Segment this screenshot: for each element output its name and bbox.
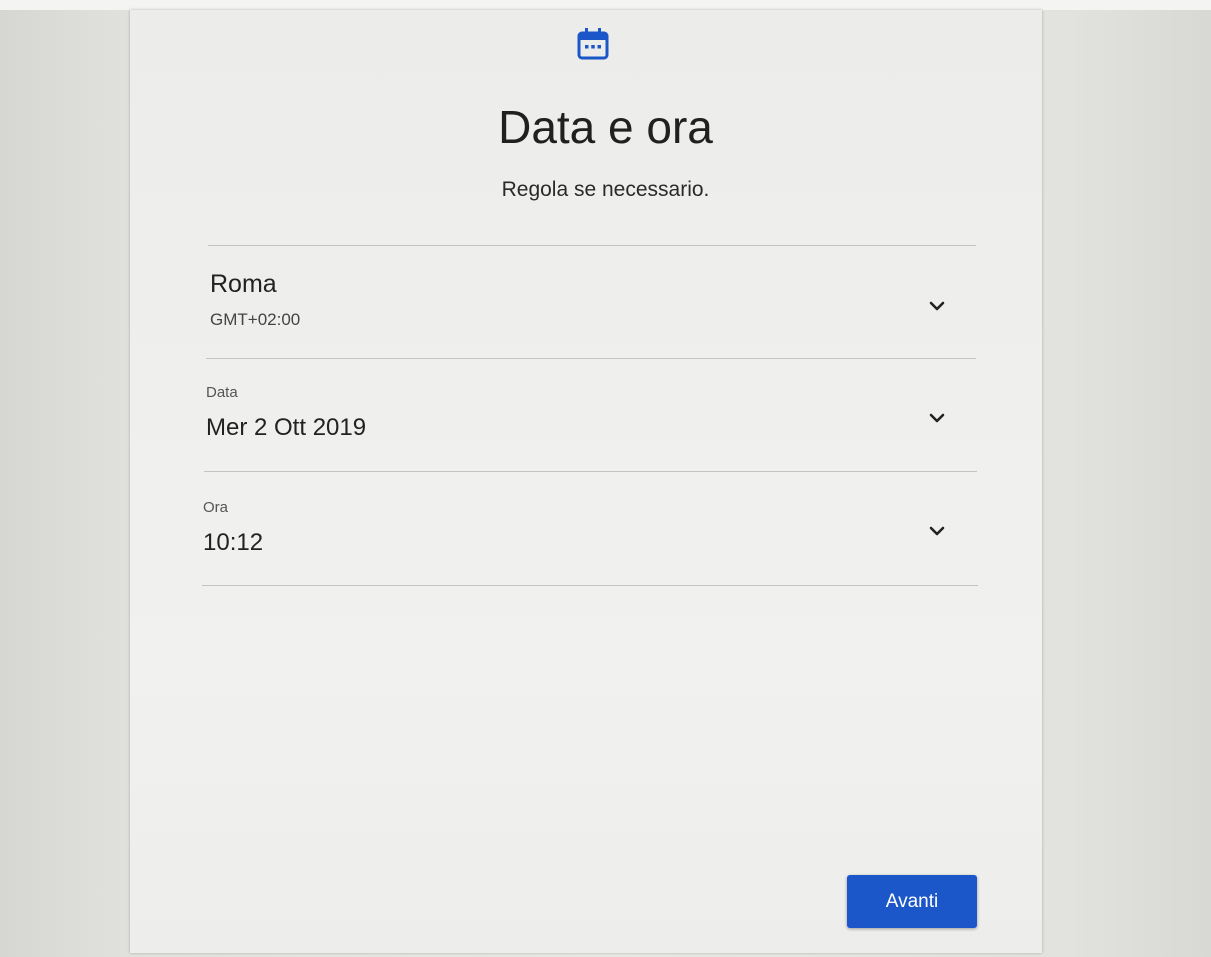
- page-subtitle: Regola se necessario.: [501, 178, 710, 201]
- chevron-down-icon: [929, 413, 945, 423]
- chevron-down-icon: [929, 301, 945, 311]
- screen-top-edge: [0, 0, 1211, 10]
- time-label: Ora: [203, 499, 229, 516]
- timezone-selector[interactable]: Roma GMT+02:00: [200, 250, 980, 358]
- timezone-offset: GMT+02:00: [210, 310, 301, 329]
- divider-time: [202, 585, 978, 586]
- date-value: Mer 2 Ott 2019: [206, 414, 367, 441]
- date-selector[interactable]: Data Mer 2 Ott 2019: [200, 362, 980, 470]
- divider-date: [204, 471, 977, 472]
- page-title: Data e ora: [498, 101, 713, 153]
- time-value: 10:12: [203, 529, 264, 556]
- calendar-icon: [577, 28, 609, 60]
- divider-timezone: [206, 358, 976, 359]
- time-selector[interactable]: Ora 10:12: [200, 475, 980, 583]
- chevron-down-icon: [929, 526, 945, 536]
- divider-top: [208, 245, 976, 246]
- next-button[interactable]: Avanti: [847, 875, 977, 928]
- timezone-city: Roma: [210, 270, 277, 298]
- date-label: Data: [206, 384, 238, 401]
